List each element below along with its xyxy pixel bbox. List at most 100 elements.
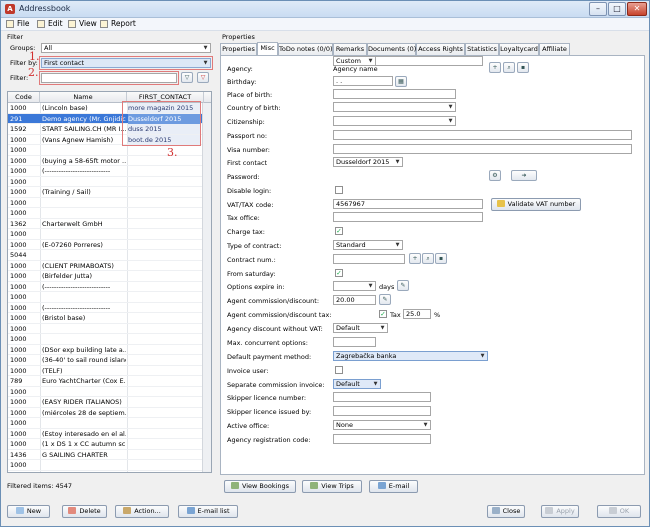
menu-report[interactable]: Report [100, 19, 136, 28]
tab-documents[interactable]: Documents (0) [367, 43, 416, 55]
table-row[interactable]: 5044 [8, 250, 211, 261]
table-row[interactable]: 1000 [8, 208, 211, 219]
table-row[interactable]: 1000 (DSor exp building late a... [8, 345, 211, 355]
search-icon[interactable]: ⌕ [503, 62, 515, 73]
separate-invoice-select[interactable]: Default ▼ [333, 379, 381, 389]
charge-tax-checkbox[interactable]: ✓ [335, 227, 343, 235]
options-expire-icon[interactable]: ✎ [397, 280, 409, 291]
tax-value-field[interactable]: 25.0 [403, 309, 431, 319]
tax-office-field[interactable] [333, 212, 483, 222]
table-row[interactable]: 1000 [8, 471, 211, 473]
table-row[interactable]: 1000 [8, 292, 211, 303]
menu-edit[interactable]: Edit [37, 19, 63, 28]
email-list-button[interactable]: E-mail list [178, 505, 238, 518]
table-row[interactable]: 1000 (TELF) [8, 366, 211, 376]
column-header-name[interactable]: Name [40, 92, 127, 103]
disable-login-checkbox[interactable] [335, 186, 343, 194]
table-row[interactable]: 1362 Charterwelt GmbH [8, 219, 211, 229]
tab-affiliate[interactable]: Affiliate [539, 43, 570, 55]
table-row[interactable]: 1000 (Training / Sail) [8, 187, 211, 198]
grid-scrollbar[interactable] [202, 103, 211, 472]
table-row[interactable]: 1000 [8, 460, 211, 471]
table-row[interactable]: 1000 (---------------------------- [8, 282, 211, 292]
table-row[interactable]: 1000 (1 x DS 1 x CC autumn sc... [8, 439, 211, 450]
active-office-select[interactable]: None ▼ [333, 420, 431, 430]
clear-agency-icon[interactable]: ▪ [517, 62, 529, 73]
table-row[interactable]: 1000 [8, 229, 211, 240]
maximize-button[interactable]: □ [608, 2, 626, 16]
table-row[interactable]: 1000 [8, 324, 211, 334]
action-button[interactable]: Action... [115, 505, 169, 518]
skipper-licence-no-field[interactable] [333, 392, 431, 402]
table-row[interactable]: 1000 [8, 145, 211, 156]
table-row[interactable]: 1000 (Birfelder Jutta) [8, 271, 211, 282]
calendar-icon[interactable]: ▦ [395, 76, 407, 87]
birthday-field[interactable]: . . [333, 76, 393, 86]
table-row[interactable]: 1000 (miércoles 28 de septiem... [8, 408, 211, 418]
clear-contract-icon[interactable]: ▪ [435, 253, 447, 264]
table-row[interactable]: 1436 G SAILING CHARTER [8, 450, 211, 460]
table-row[interactable]: 1000 (---------------------------- [8, 166, 211, 177]
menu-file[interactable]: File [6, 19, 30, 28]
tab-access-rights[interactable]: Access Rights [416, 43, 465, 55]
filter-funnel-icon[interactable]: ▽ [181, 72, 193, 83]
table-row[interactable]: 1000 [8, 418, 211, 429]
options-expire-select[interactable]: ▼ [333, 281, 376, 291]
skipper-licence-by-field[interactable] [333, 406, 431, 416]
table-row[interactable]: 1000 (E-07260 Porreres) [8, 240, 211, 250]
menu-view[interactable]: View [68, 19, 97, 28]
table-row[interactable]: 1000 (buying a 58-65ft motor ... [8, 156, 211, 166]
view-bookings-button[interactable]: View Bookings [224, 480, 296, 493]
view-trips-button[interactable]: View Trips [302, 480, 362, 493]
new-button[interactable]: New [7, 505, 50, 518]
tab-misc[interactable]: Misc [257, 42, 278, 55]
tab-statistics[interactable]: Statistics [465, 43, 499, 55]
default-payment-select[interactable]: Zagrebačka banka ▼ [333, 351, 488, 361]
invoice-user-checkbox[interactable] [335, 366, 343, 374]
tab-todo-notes[interactable]: ToDo notes (0/0) [278, 43, 333, 55]
add-contract-icon[interactable]: + [409, 253, 421, 264]
table-row[interactable]: 1000 (Estoy interesado en el al... [8, 429, 211, 439]
table-row[interactable]: 1000 (EASY RIDER ITALIANOS) [8, 397, 211, 408]
agency-discount-select[interactable]: Default ▼ [333, 323, 388, 333]
table-row[interactable]: 789 Euro YachtCharter (Cox E... [8, 376, 211, 387]
table-row[interactable]: 1000 (36-40' to sail round island) [8, 355, 211, 366]
vat-field[interactable]: 4567967 [333, 199, 483, 209]
citizenship-select[interactable]: ▼ [333, 116, 456, 126]
visa-number-field[interactable] [333, 144, 632, 154]
first-contact-select[interactable]: Dusseldorf 2015 ▼ [333, 157, 403, 167]
search-icon[interactable]: ⌕ [422, 253, 434, 264]
table-row[interactable]: 1000 (CLIENT PRIMABOATS) [8, 261, 211, 271]
email-button[interactable]: E-mail [369, 480, 418, 493]
table-row[interactable]: 1000 [8, 177, 211, 187]
groups-select[interactable]: All ▼ [41, 43, 211, 53]
from-saturday-checkbox[interactable]: ✓ [335, 269, 343, 277]
place-of-birth-field[interactable] [333, 89, 456, 99]
table-row[interactable]: 1000 [8, 334, 211, 345]
tab-loyaltycard[interactable]: Loyaltycard [499, 43, 539, 55]
agent-commission-field[interactable]: 20.00 [333, 295, 376, 305]
commission-edit-icon[interactable]: ✎ [379, 294, 391, 305]
max-options-field[interactable] [333, 337, 376, 347]
country-of-birth-select[interactable]: ▼ [333, 102, 456, 112]
type-of-contract-select[interactable]: Standard ▼ [333, 240, 403, 250]
tab-properties[interactable]: Properties [220, 43, 257, 55]
table-row[interactable]: 1000 (---------------------------- [8, 303, 211, 313]
validate-vat-button[interactable]: Validate VAT number [491, 198, 581, 211]
add-agency-icon[interactable]: + [489, 62, 501, 73]
agency-reg-code-field[interactable] [333, 434, 431, 444]
tax-checkbox[interactable]: ✓ [379, 310, 387, 318]
table-row[interactable]: 1000 [8, 387, 211, 397]
apply-button[interactable]: Apply [541, 505, 579, 518]
table-row[interactable]: 1000 [8, 198, 211, 208]
close-button[interactable]: Close [487, 505, 525, 518]
table-row[interactable]: 1000 (Bristol base) [8, 313, 211, 324]
contract-num-field[interactable] [333, 254, 405, 264]
minimize-button[interactable]: – [589, 2, 607, 16]
tab-remarks[interactable]: Remarks [333, 43, 367, 55]
passport-no-field[interactable] [333, 130, 632, 140]
clear-filter-icon[interactable]: ▽ [197, 72, 209, 83]
ok-button[interactable]: OK [597, 505, 641, 518]
generate-password-icon[interactable]: ⚙ [489, 170, 501, 181]
delete-button[interactable]: Delete [62, 505, 107, 518]
